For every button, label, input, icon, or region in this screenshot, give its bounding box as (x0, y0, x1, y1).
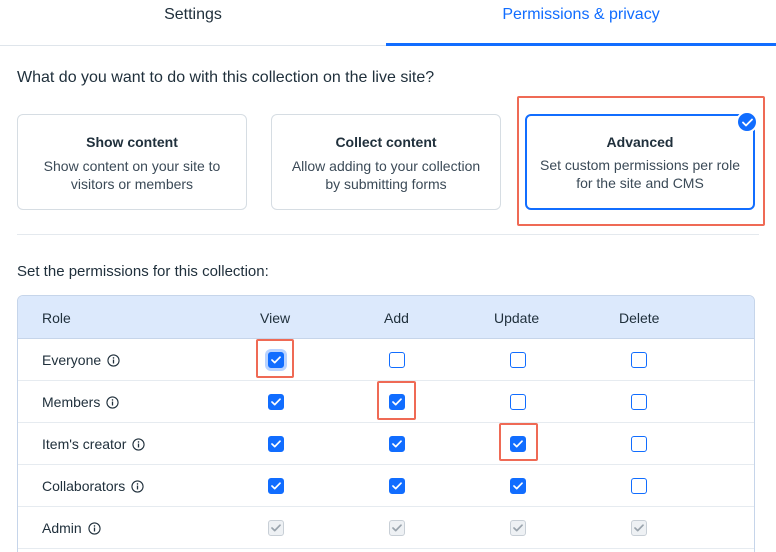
role-label: Members (42, 394, 119, 410)
column-header-role: Role (42, 310, 71, 326)
option-card-show-content[interactable]: Show content Show content on your site t… (17, 114, 247, 210)
option-description: Set custom permissions per role for the … (540, 157, 740, 191)
checkbox-update[interactable] (510, 436, 526, 452)
info-icon[interactable] (106, 395, 119, 409)
checkbox-add[interactable] (389, 394, 405, 410)
role-label: Item's creator (42, 436, 146, 452)
checkbox-delete[interactable] (631, 394, 647, 410)
checkbox-add[interactable] (389, 436, 405, 452)
active-tab-indicator (386, 43, 776, 46)
checkbox-view[interactable] (268, 478, 284, 494)
column-header-view: View (260, 310, 291, 326)
table-row: Admin (18, 507, 754, 549)
role-name: Members (42, 394, 101, 410)
option-card-advanced[interactable]: Advanced Set custom permissions per role… (525, 111, 758, 210)
column-header-update: Update (494, 310, 540, 326)
column-header-delete: Delete (619, 310, 660, 326)
option-title: Show content (86, 134, 178, 150)
checkbox-update[interactable] (510, 478, 526, 494)
collection-purpose-question: What do you want to do with this collect… (17, 69, 435, 86)
option-description: Show content on your site to visitors or… (43, 158, 221, 192)
info-icon[interactable] (132, 437, 146, 451)
checkbox-update (510, 520, 526, 536)
table-row: Everyone (18, 339, 754, 381)
role-label: Collaborators (42, 478, 144, 494)
table-header: Role View Add Update Delete (18, 296, 754, 339)
option-title: Collect content (335, 134, 437, 150)
checkbox-add[interactable] (389, 352, 405, 368)
permissions-table: Role View Add Update Delete Everyone Memb… (17, 295, 755, 552)
tab-settings[interactable]: Settings (0, 0, 386, 46)
checkbox-delete[interactable] (631, 352, 647, 368)
tab-permissions-privacy[interactable]: Permissions & privacy (386, 0, 776, 46)
table-row: Item's creator (18, 423, 754, 465)
checkbox-view[interactable] (268, 352, 284, 368)
checkbox-view (268, 520, 284, 536)
checkbox-delete (631, 520, 647, 536)
tab-bar: Settings Permissions & privacy (0, 0, 776, 46)
role-name: Everyone (42, 352, 102, 368)
role-name: Item's creator (42, 436, 127, 452)
option-description: Allow adding to your collection by submi… (291, 158, 481, 192)
section-divider (17, 234, 759, 235)
role-label: Admin (42, 520, 101, 536)
column-header-add: Add (384, 310, 409, 326)
checkbox-add[interactable] (389, 478, 405, 494)
selected-check-icon (736, 111, 758, 133)
option-title: Advanced (606, 134, 674, 150)
permissions-heading: Set the permissions for this collection: (17, 263, 269, 280)
table-row: Members (18, 381, 754, 423)
checkbox-add (389, 520, 405, 536)
checkbox-view[interactable] (268, 394, 284, 410)
table-row: Collaborators (18, 465, 754, 507)
checkbox-delete[interactable] (631, 436, 647, 452)
info-icon[interactable] (88, 521, 101, 535)
checkbox-view[interactable] (268, 436, 284, 452)
role-name: Collaborators (42, 478, 126, 494)
role-name: Admin (42, 520, 82, 536)
role-label: Everyone (42, 352, 120, 368)
info-icon[interactable] (107, 353, 120, 367)
option-card-collect-content[interactable]: Collect content Allow adding to your col… (271, 114, 501, 210)
checkbox-delete[interactable] (631, 478, 647, 494)
info-icon[interactable] (131, 479, 144, 493)
checkbox-update[interactable] (510, 352, 526, 368)
checkbox-update[interactable] (510, 394, 526, 410)
